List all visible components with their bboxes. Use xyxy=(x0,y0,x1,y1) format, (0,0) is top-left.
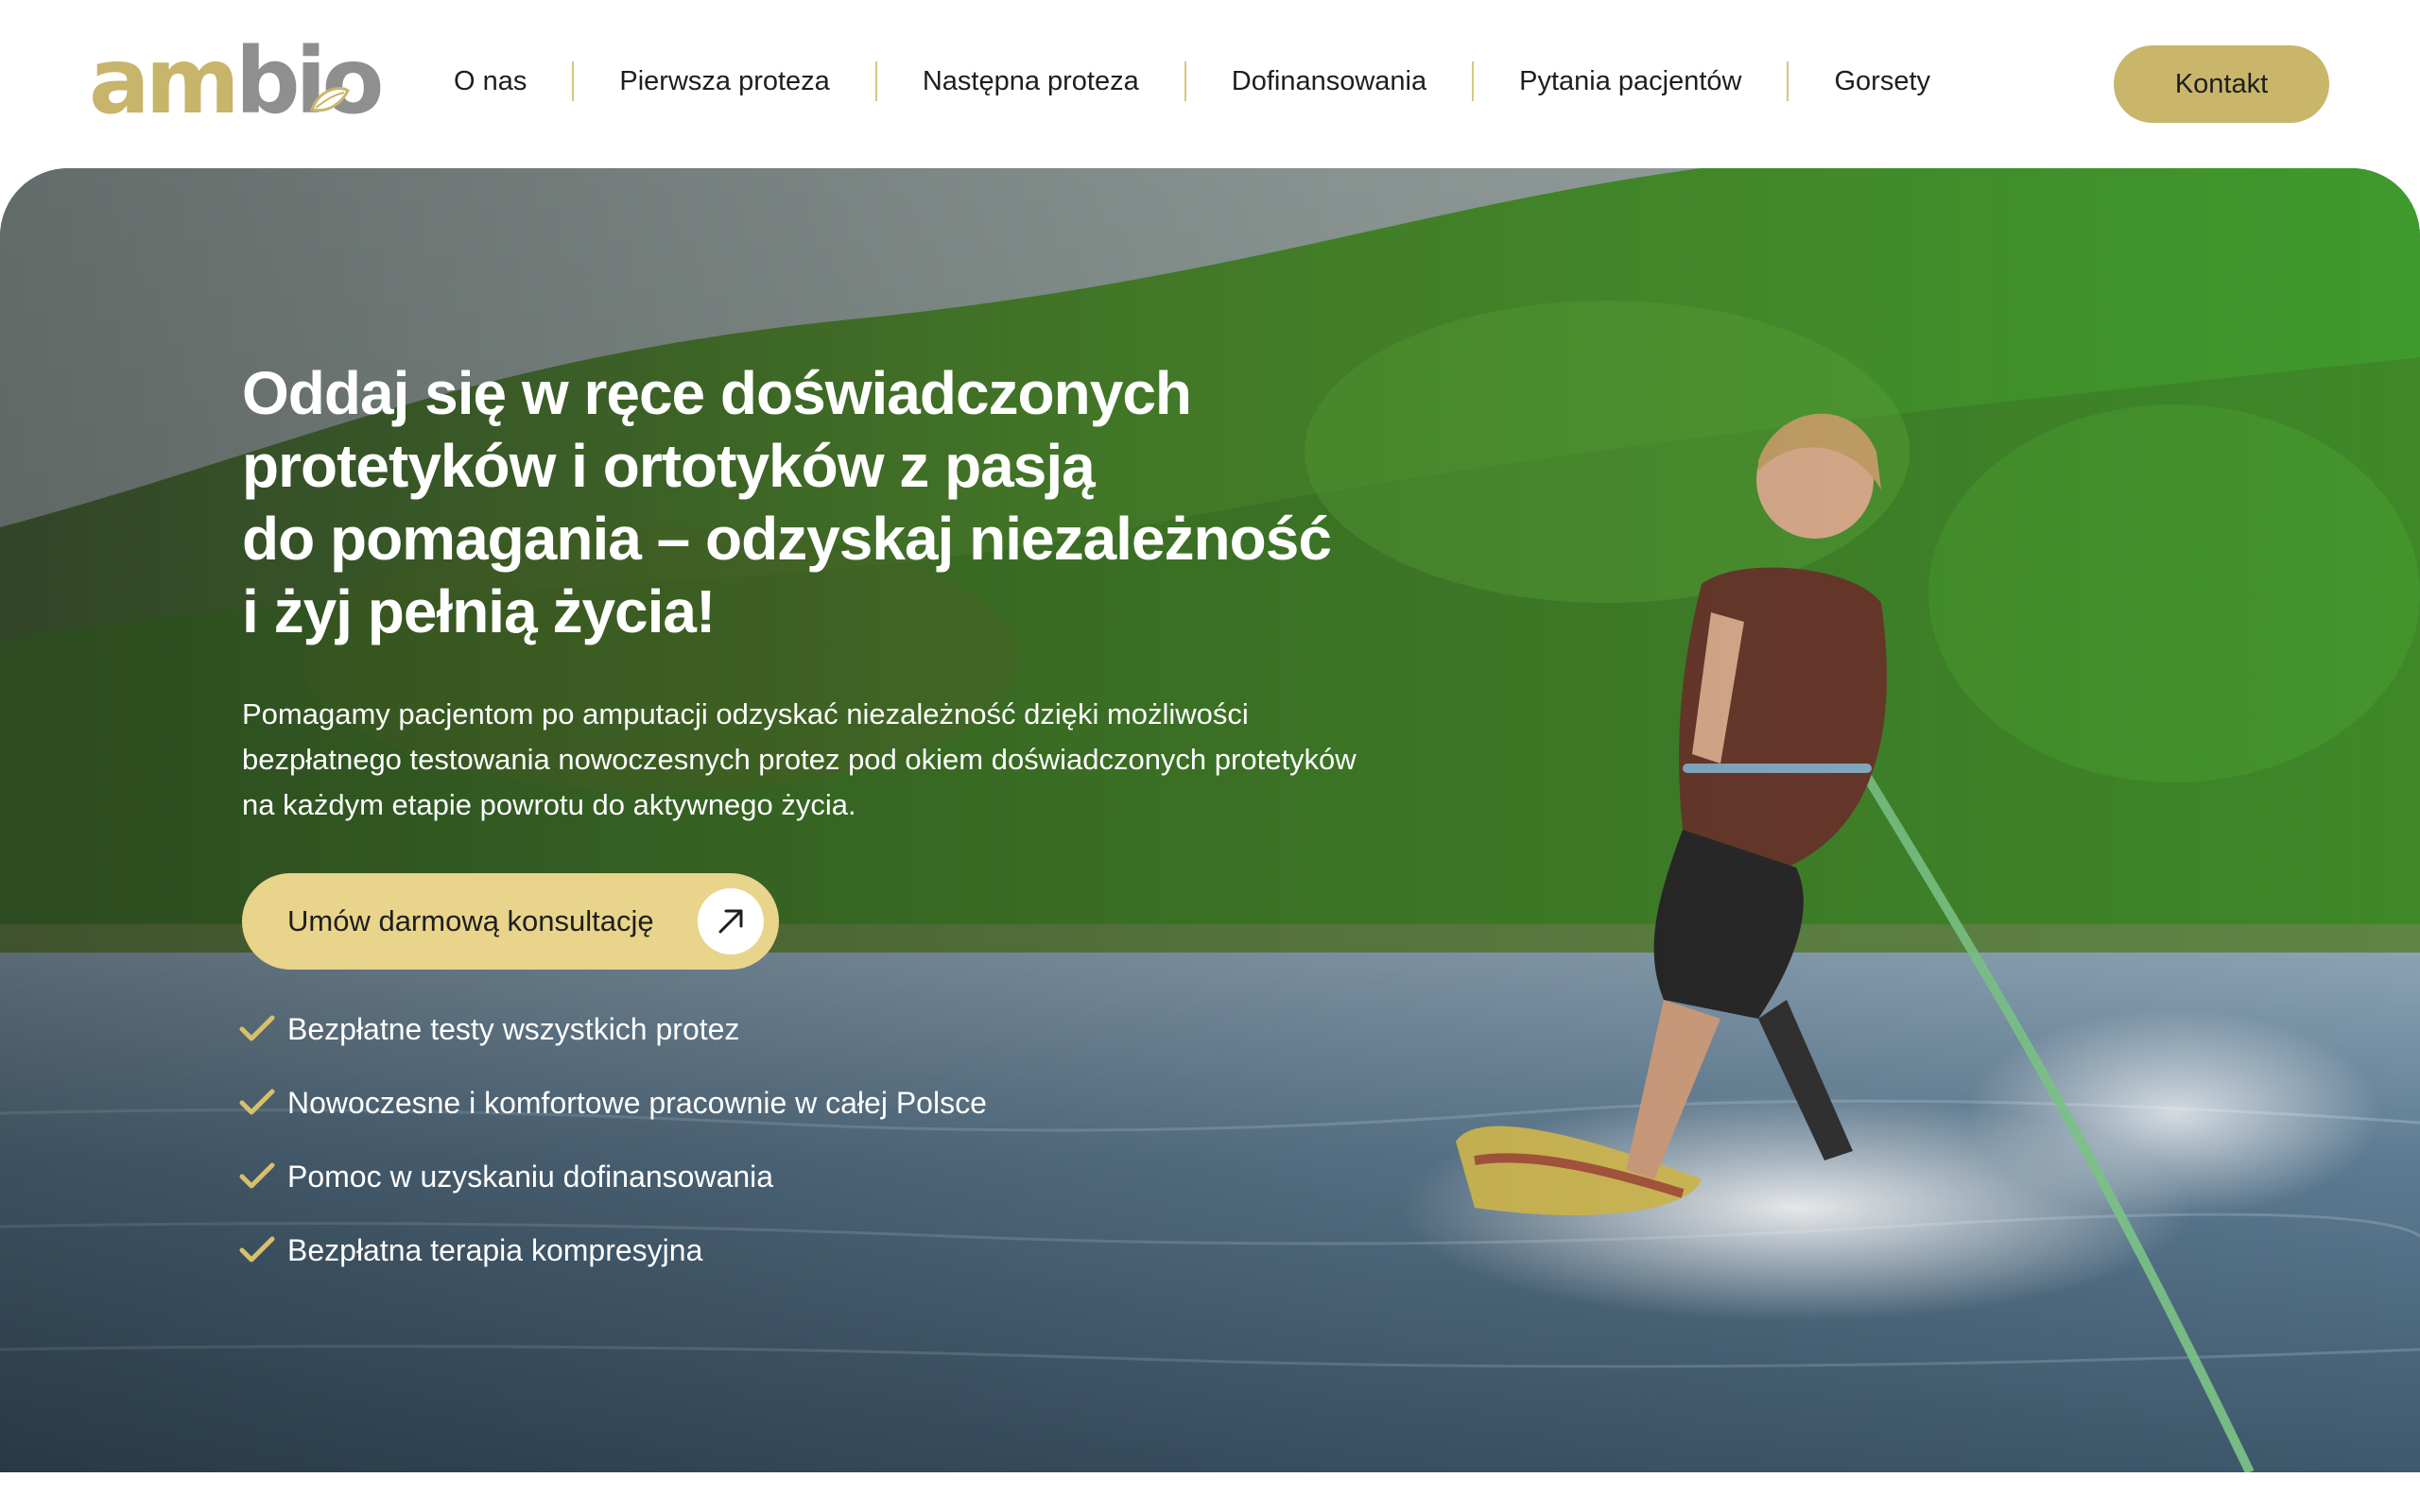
feature-item: Bezpłatne testy wszystkich protez xyxy=(238,992,987,1066)
feature-label: Pomoc w uzyskaniu dofinansowania xyxy=(287,1159,774,1194)
logo-text-am: am xyxy=(89,28,240,134)
hero-headline: Oddaj się w ręce doświadczonych protetyk… xyxy=(242,357,1433,648)
feature-item: Pomoc w uzyskaniu dofinansowania xyxy=(238,1140,987,1213)
logo-leaf-icon xyxy=(310,87,350,112)
ambio-logo[interactable]: am bio xyxy=(89,28,384,134)
nav-item-nastepna-proteza[interactable]: Następna proteza xyxy=(877,66,1184,97)
feature-item: Nowoczesne i komfortowe pracownie w całe… xyxy=(238,1066,987,1140)
hero-lead-text: Pomagamy pacjentom po amputacji odzyskać… xyxy=(242,697,1357,821)
headline-line: protetyków i ortotyków z pasją xyxy=(242,432,1096,500)
main-nav: O nas Pierwsza proteza Następna proteza … xyxy=(416,53,1976,110)
arrow-up-right-icon xyxy=(698,888,764,954)
feature-list: Bezpłatne testy wszystkich protez Nowocz… xyxy=(238,992,987,1287)
headline-line: do pomagania – odzyskaj niezależność xyxy=(242,505,1332,573)
headline-line: i żyj pełnią życia! xyxy=(242,577,716,645)
nav-item-pierwsza-proteza[interactable]: Pierwsza proteza xyxy=(574,66,874,97)
nav-item-o-nas[interactable]: O nas xyxy=(416,66,572,97)
feature-label: Nowoczesne i komfortowe pracownie w całe… xyxy=(287,1085,987,1120)
feature-item: Bezpłatna terapia kompresyjna xyxy=(238,1213,987,1287)
nav-item-gorsety[interactable]: Gorsety xyxy=(1789,66,1976,97)
check-icon xyxy=(239,1015,275,1041)
site-header: am bio O nas Pierwsza proteza Następna pr… xyxy=(0,0,2420,168)
contact-button[interactable]: Kontakt xyxy=(2114,45,2329,123)
check-icon xyxy=(239,1162,275,1189)
check-icon xyxy=(239,1089,275,1115)
nav-item-dofinansowania[interactable]: Dofinansowania xyxy=(1186,66,1472,97)
free-consultation-button[interactable]: Umów darmową konsultację xyxy=(242,873,779,970)
feature-label: Bezpłatne testy wszystkich protez xyxy=(287,1011,740,1046)
cta-label: Umów darmową konsultację xyxy=(287,904,654,937)
page-bottom-spacer xyxy=(0,1472,2420,1512)
hero-section: Oddaj się w ręce doświadczonych protetyk… xyxy=(0,168,2420,1472)
nav-item-pytania-pacjentow[interactable]: Pytania pacjentów xyxy=(1474,66,1787,97)
check-icon xyxy=(239,1236,275,1263)
feature-label: Bezpłatna terapia kompresyjna xyxy=(287,1232,703,1267)
headline-line: Oddaj się w ręce doświadczonych xyxy=(242,359,1192,427)
